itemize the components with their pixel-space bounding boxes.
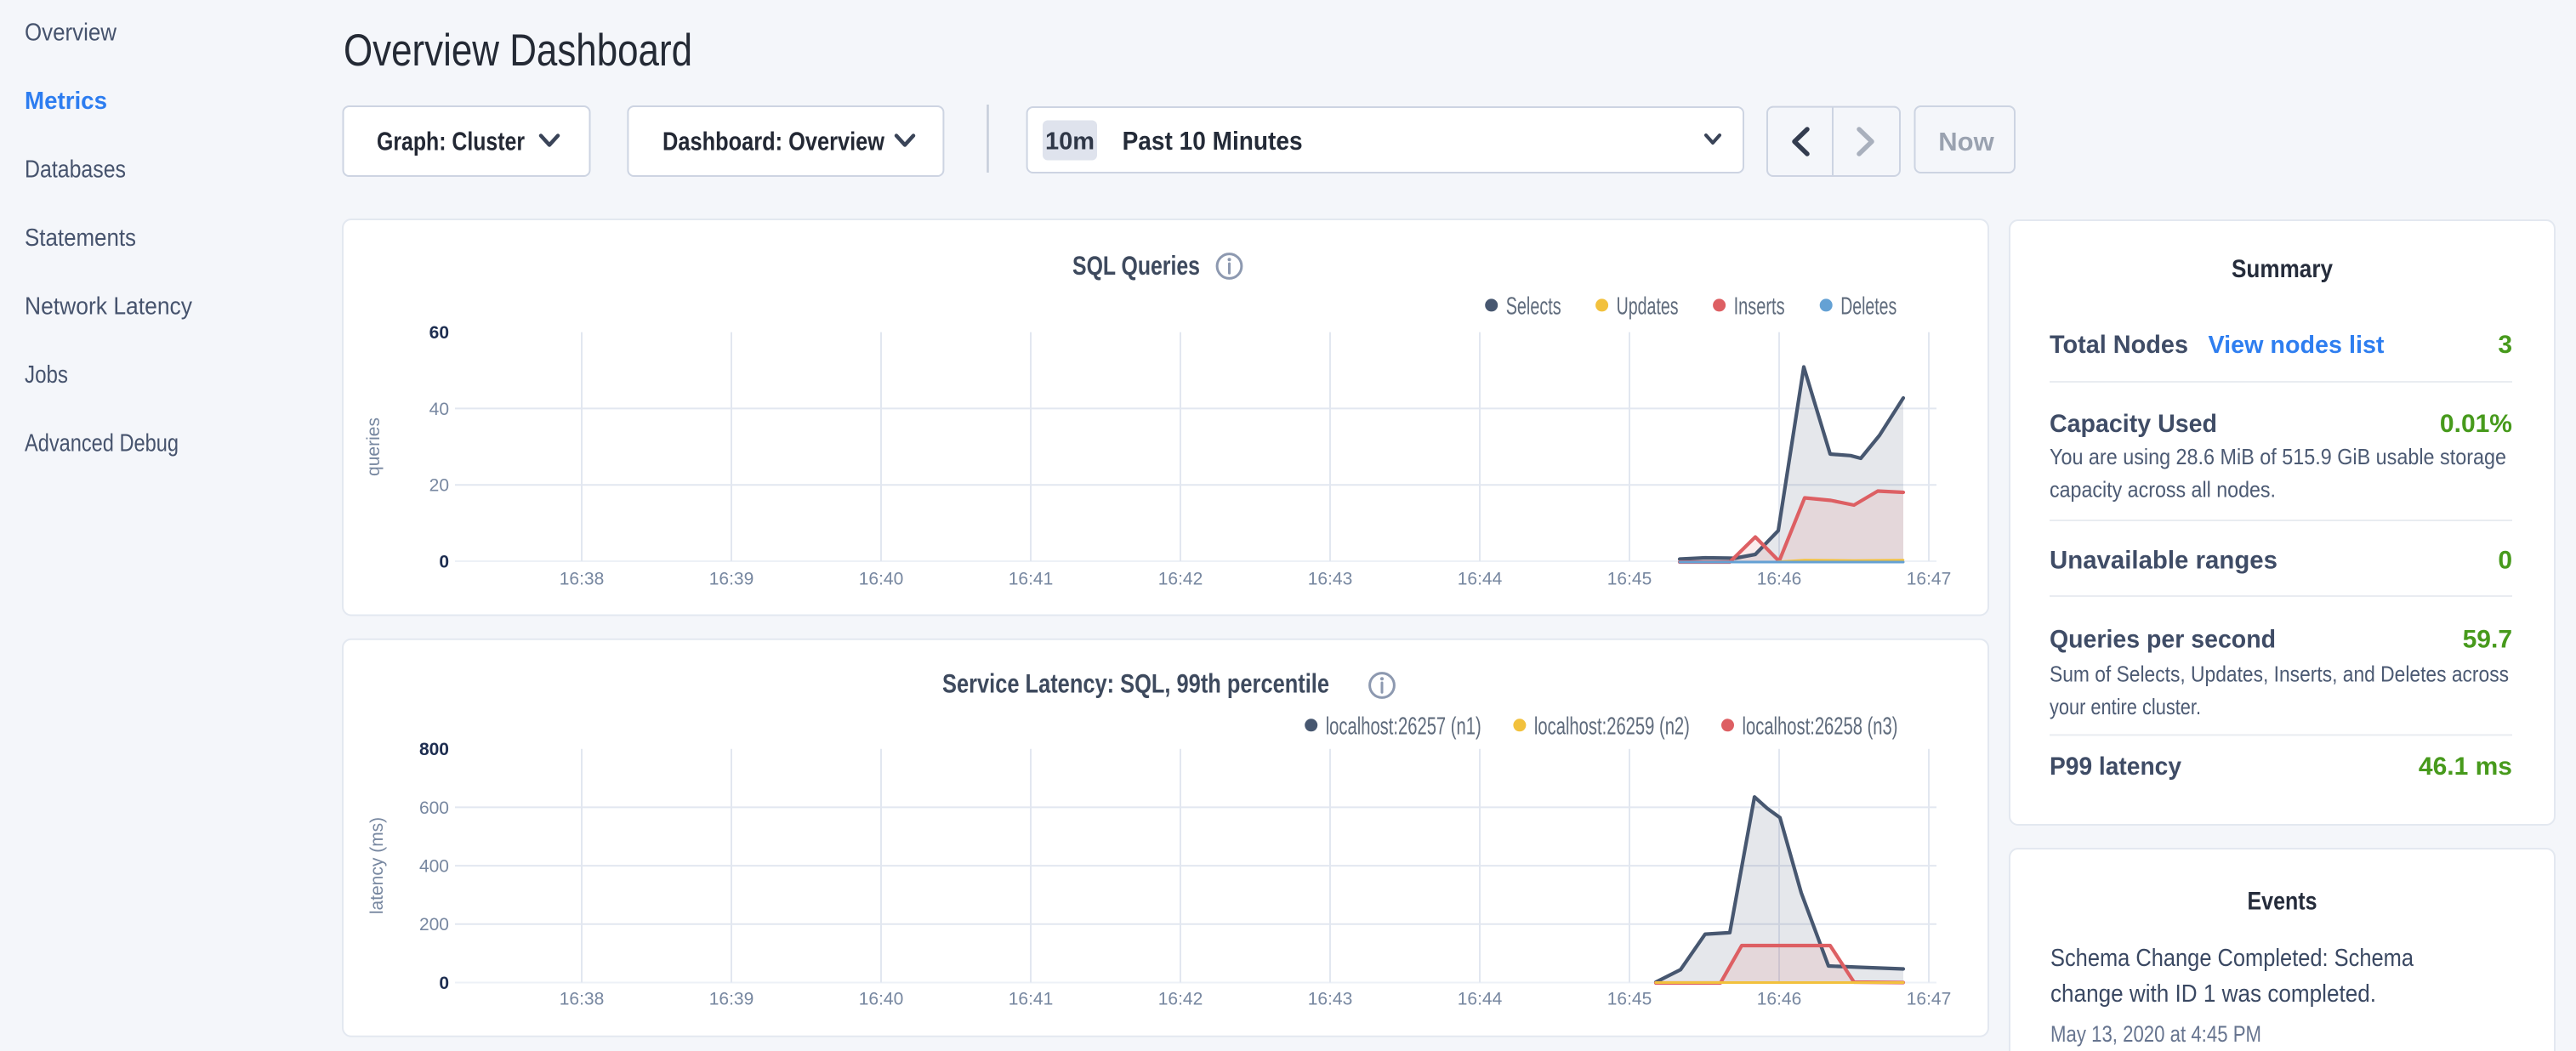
svg-text:Overview: Overview xyxy=(25,20,117,47)
svg-text:View nodes list: View nodes list xyxy=(2209,332,2385,359)
svg-text:16:39: 16:39 xyxy=(709,570,754,589)
svg-text:Dashboard: Overview: Dashboard: Overview xyxy=(662,127,885,156)
svg-text:0: 0 xyxy=(439,974,449,993)
svg-text:16:47: 16:47 xyxy=(1907,570,1952,589)
svg-text:Past 10 Minutes: Past 10 Minutes xyxy=(1123,126,1303,156)
svg-text:10m: 10m xyxy=(1045,128,1095,156)
svg-text:16:40: 16:40 xyxy=(859,990,904,1009)
svg-text:Metrics: Metrics xyxy=(25,88,107,115)
svg-text:Inserts: Inserts xyxy=(1734,293,1785,320)
svg-text:latency (ms): latency (ms) xyxy=(367,817,387,914)
svg-text:Service Latency: SQL, 99th per: Service Latency: SQL, 99th percentile xyxy=(942,668,1329,699)
svg-text:P99 latency: P99 latency xyxy=(2050,753,2181,781)
svg-text:0.01%: 0.01% xyxy=(2440,410,2512,438)
svg-text:Overview Dashboard: Overview Dashboard xyxy=(344,26,692,76)
svg-text:16:38: 16:38 xyxy=(560,570,605,589)
svg-text:May 13, 2020 at 4:45 PM: May 13, 2020 at 4:45 PM xyxy=(2050,1021,2261,1047)
svg-text:16:38: 16:38 xyxy=(560,990,605,1009)
svg-text:16:44: 16:44 xyxy=(1458,570,1503,589)
svg-text:Graph: Cluster: Graph: Cluster xyxy=(377,127,525,156)
svg-text:16:42: 16:42 xyxy=(1158,570,1203,589)
svg-text:16:44: 16:44 xyxy=(1458,990,1503,1009)
svg-text:16:46: 16:46 xyxy=(1757,990,1802,1009)
svg-text:Queries per second: Queries per second xyxy=(2050,626,2276,654)
svg-text:16:45: 16:45 xyxy=(1607,990,1652,1009)
svg-text:16:43: 16:43 xyxy=(1308,990,1353,1009)
svg-text:localhost:26258 (n3): localhost:26258 (n3) xyxy=(1743,713,1898,740)
svg-text:localhost:26259 (n2): localhost:26259 (n2) xyxy=(1534,713,1690,740)
svg-text:change with ID 1 was completed: change with ID 1 was completed. xyxy=(2050,980,2376,1008)
svg-text:20: 20 xyxy=(429,476,449,496)
svg-text:localhost:26257 (n1): localhost:26257 (n1) xyxy=(1326,713,1481,740)
svg-text:800: 800 xyxy=(419,740,449,759)
svg-text:Capacity Used: Capacity Used xyxy=(2050,410,2217,438)
svg-text:Databases: Databases xyxy=(25,156,126,184)
svg-text:Deletes: Deletes xyxy=(1840,293,1896,320)
svg-text:Events: Events xyxy=(2248,888,2317,916)
svg-text:Network Latency: Network Latency xyxy=(25,293,192,321)
svg-text:Total Nodes: Total Nodes xyxy=(2050,331,2188,359)
svg-text:Unavailable ranges: Unavailable ranges xyxy=(2050,547,2277,575)
svg-text:16:46: 16:46 xyxy=(1757,570,1802,589)
svg-text:Now: Now xyxy=(1938,127,1994,156)
svg-text:Summary: Summary xyxy=(2232,255,2333,283)
svg-text:40: 40 xyxy=(429,400,449,419)
svg-text:Schema Change Completed: Schem: Schema Change Completed: Schema xyxy=(2050,945,2414,972)
svg-text:16:41: 16:41 xyxy=(1009,570,1054,589)
svg-text:59.7: 59.7 xyxy=(2463,626,2512,654)
svg-text:16:39: 16:39 xyxy=(709,990,754,1009)
svg-text:SQL Queries: SQL Queries xyxy=(1072,250,1200,281)
svg-text:capacity across all nodes.: capacity across all nodes. xyxy=(2050,477,2276,503)
svg-text:Jobs: Jobs xyxy=(25,361,68,389)
svg-text:600: 600 xyxy=(419,798,449,818)
svg-text:16:42: 16:42 xyxy=(1158,990,1203,1009)
svg-text:16:41: 16:41 xyxy=(1009,990,1054,1009)
svg-text:Advanced Debug: Advanced Debug xyxy=(25,430,179,457)
svg-text:0: 0 xyxy=(439,552,449,571)
svg-text:Statements: Statements xyxy=(25,224,136,252)
svg-text:You are using 28.6 MiB of 515.: You are using 28.6 MiB of 515.9 GiB usab… xyxy=(2050,444,2506,469)
svg-text:60: 60 xyxy=(429,323,449,343)
svg-text:200: 200 xyxy=(419,915,449,935)
svg-text:your entire cluster.: your entire cluster. xyxy=(2050,694,2201,719)
svg-text:400: 400 xyxy=(419,857,449,877)
svg-text:3: 3 xyxy=(2498,331,2512,359)
svg-text:queries: queries xyxy=(364,418,384,476)
svg-text:Updates: Updates xyxy=(1617,293,1679,320)
svg-text:Selects: Selects xyxy=(1506,293,1561,320)
svg-text:Sum of Selects, Updates, Inser: Sum of Selects, Updates, Inserts, and De… xyxy=(2050,661,2509,686)
svg-text:46.1 ms: 46.1 ms xyxy=(2419,753,2512,781)
svg-text:0: 0 xyxy=(2498,547,2512,575)
svg-text:16:47: 16:47 xyxy=(1907,990,1952,1009)
svg-text:16:45: 16:45 xyxy=(1607,570,1652,589)
svg-text:16:40: 16:40 xyxy=(859,570,904,589)
svg-text:16:43: 16:43 xyxy=(1308,570,1353,589)
